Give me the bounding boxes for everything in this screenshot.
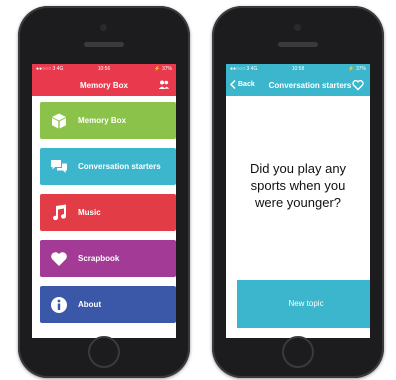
speech-bubbles-icon [49, 157, 69, 177]
phone-right: ●●○○○ 3 4G 10:58 ⚡ 37% Back Conversation… [212, 6, 384, 378]
main-menu: Memory Box Conversation starters Music S… [40, 102, 176, 332]
info-icon [49, 295, 69, 315]
speaker [84, 42, 124, 47]
status-bar: ●●○○○ 3 4G 10:58 ⚡ 37% [226, 64, 370, 74]
screen-conversation-starters: ●●○○○ 3 4G 10:58 ⚡ 37% Back Conversation… [226, 64, 370, 338]
header-bar: Back Conversation starters [226, 74, 370, 96]
page-title: Memory Box [79, 81, 128, 90]
music-note-icon [49, 203, 69, 223]
new-topic-button[interactable]: New topic [237, 280, 370, 328]
menu-item-label: Memory Box [78, 116, 127, 125]
battery-status: ⚡ 37% [348, 66, 366, 72]
menu-item-label: About [78, 300, 102, 309]
users-icon[interactable] [158, 79, 170, 91]
heart-icon [49, 249, 69, 269]
phone-left: ●●○○○ 3 4G 10:56 ⚡ 37% Memory Box Memory… [18, 6, 190, 378]
home-button[interactable] [282, 336, 314, 368]
menu-item-about[interactable]: About [40, 286, 176, 323]
menu-item-label: Scrapbook [78, 254, 120, 263]
menu-item-music[interactable]: Music [40, 194, 176, 231]
home-button[interactable] [88, 336, 120, 368]
menu-item-conversation-starters[interactable]: Conversation starters [40, 148, 176, 185]
camera [100, 24, 107, 31]
heart-outline-icon[interactable] [352, 79, 364, 91]
menu-item-label: Conversation starters [78, 162, 161, 171]
battery-status: ⚡ 37% [154, 66, 172, 72]
screen-memory-box: ●●○○○ 3 4G 10:56 ⚡ 37% Memory Box Memory… [32, 64, 176, 338]
box-icon [49, 111, 69, 131]
header-bar: Memory Box [32, 74, 176, 96]
menu-item-label: Music [78, 208, 101, 217]
conversation-question: Did you play any sports when you were yo… [249, 161, 347, 210]
speaker [278, 42, 318, 47]
menu-item-scrapbook[interactable]: Scrapbook [40, 240, 176, 277]
status-bar: ●●○○○ 3 4G 10:56 ⚡ 37% [32, 64, 176, 74]
page-title: Conversation starters [268, 81, 352, 90]
chevron-left-icon [230, 80, 236, 89]
camera [294, 24, 301, 31]
menu-item-memory-box[interactable]: Memory Box [40, 102, 176, 139]
